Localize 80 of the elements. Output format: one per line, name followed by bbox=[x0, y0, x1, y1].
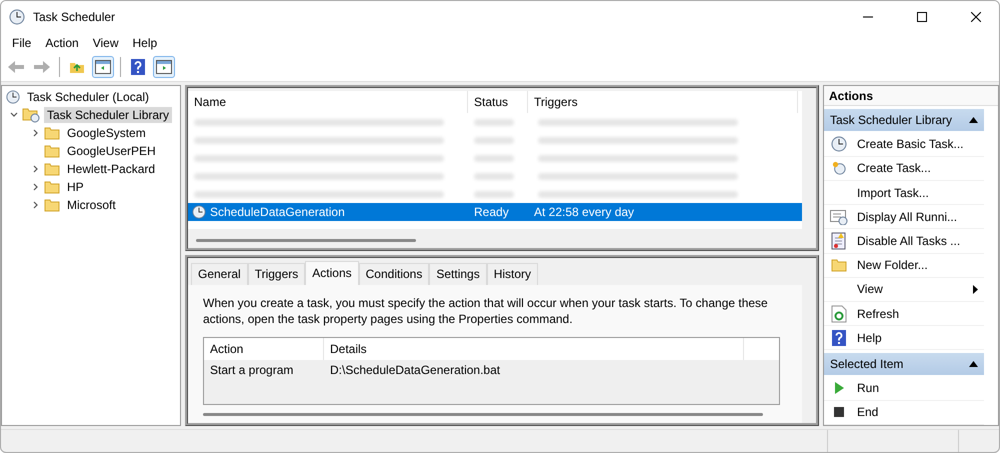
table-cell-text: Start a program bbox=[209, 363, 294, 377]
action-item[interactable]: Create Task... bbox=[824, 156, 984, 181]
collapse-arrow-icon bbox=[969, 360, 978, 367]
tab[interactable]: Actions bbox=[305, 261, 359, 285]
tab[interactable]: Settings bbox=[429, 263, 487, 285]
folder-up-icon bbox=[69, 60, 85, 74]
folder-clock-icon bbox=[22, 107, 40, 123]
section-header[interactable]: Task Scheduler Library bbox=[824, 109, 984, 131]
folder-icon bbox=[44, 144, 60, 158]
chevron-right-icon[interactable] bbox=[32, 201, 40, 209]
tree-item[interactable]: HP bbox=[64, 179, 87, 195]
clock-icon bbox=[9, 8, 25, 24]
action-item[interactable]: End bbox=[824, 400, 984, 425]
submenu-arrow-icon bbox=[973, 284, 978, 294]
play-icon bbox=[833, 381, 845, 396]
action-item[interactable]: New Folder... bbox=[824, 254, 984, 278]
table-cell-text: At 22:58 every day bbox=[533, 205, 636, 219]
refresh-icon bbox=[831, 304, 847, 322]
tab[interactable]: Conditions bbox=[358, 263, 430, 285]
action-item[interactable]: Display All Runni... bbox=[824, 205, 984, 230]
help-icon bbox=[832, 330, 846, 346]
table-cell-text: D:\ScheduleDataGeneration.bat bbox=[329, 363, 502, 377]
pane-icon bbox=[156, 60, 172, 74]
table-cell-text: Ready bbox=[473, 205, 510, 219]
column-header[interactable]: Details bbox=[324, 338, 744, 360]
stop-icon bbox=[834, 407, 844, 418]
collapse-arrow-icon bbox=[969, 116, 978, 123]
clock-icon bbox=[192, 205, 206, 219]
menu-item[interactable]: View bbox=[86, 36, 126, 50]
folder-icon bbox=[44, 180, 60, 194]
tree-item[interactable]: Task Scheduler (Local) bbox=[24, 89, 152, 105]
action-item[interactable]: Import Task... bbox=[824, 180, 984, 206]
tab[interactable]: Triggers bbox=[248, 263, 306, 285]
chevron-right-icon[interactable] bbox=[32, 165, 40, 173]
chevron-right-icon[interactable] bbox=[32, 129, 40, 137]
folder-icon bbox=[44, 162, 60, 176]
toolbar-button[interactable] bbox=[153, 56, 175, 78]
column-header[interactable]: Triggers bbox=[528, 91, 798, 113]
action-item[interactable]: Help bbox=[824, 326, 984, 350]
back-arrow-icon bbox=[7, 60, 25, 74]
action-item[interactable]: Refresh bbox=[824, 302, 984, 326]
task-list-icon bbox=[830, 208, 848, 225]
chevron-right-icon[interactable] bbox=[32, 183, 40, 191]
table-cell-text: ScheduleDataGeneration bbox=[209, 205, 346, 219]
folder-icon bbox=[44, 126, 60, 140]
chevron-down-icon[interactable] bbox=[10, 111, 18, 119]
tab[interactable]: General bbox=[191, 263, 248, 285]
tree-item[interactable]: Hewlett-Packard bbox=[64, 161, 158, 177]
tab[interactable]: History bbox=[486, 263, 538, 285]
clock-icon bbox=[6, 90, 20, 104]
column-header[interactable]: Action bbox=[204, 338, 324, 360]
tree-item[interactable]: Task Scheduler Library bbox=[44, 107, 172, 123]
folder-icon bbox=[831, 258, 847, 272]
tree-item[interactable]: GoogleUserPEH bbox=[64, 143, 159, 159]
menu-item[interactable]: Action bbox=[38, 36, 86, 50]
action-item[interactable]: Run bbox=[824, 376, 984, 401]
tree-item[interactable]: Microsoft bbox=[64, 197, 119, 213]
action-item[interactable]: Disable All Tasks ... bbox=[824, 229, 984, 254]
description-text: When you create a task, you must specify the action that will occur when your task starts. To change these actions, open the task property pages using the Properties command. bbox=[203, 295, 769, 327]
pane-title: Actions bbox=[824, 86, 998, 106]
folder-icon bbox=[44, 198, 60, 212]
tree-item[interactable]: GoogleSystem bbox=[64, 125, 149, 141]
section-header[interactable]: Selected Item bbox=[824, 353, 984, 375]
maximize-icon bbox=[917, 12, 927, 22]
clock-icon bbox=[831, 136, 847, 152]
pane-icon bbox=[95, 60, 111, 74]
action-item[interactable]: View bbox=[824, 278, 984, 302]
window-title: Task Scheduler bbox=[33, 10, 116, 24]
help-icon bbox=[131, 59, 145, 75]
action-item[interactable]: Create Basic Task... bbox=[824, 132, 984, 157]
disable-list-icon bbox=[831, 232, 847, 250]
menu-item[interactable]: Help bbox=[126, 36, 164, 50]
column-header[interactable]: Name bbox=[188, 91, 468, 113]
column-header[interactable]: Status bbox=[468, 91, 528, 113]
clock-icon bbox=[832, 161, 846, 176]
menu-item[interactable]: File bbox=[5, 36, 38, 50]
close-icon bbox=[971, 12, 981, 22]
toolbar-button[interactable] bbox=[92, 56, 114, 78]
task-row[interactable]: ScheduleDataGeneration Ready At 22:58 every day bbox=[188, 203, 802, 221]
forward-arrow-icon bbox=[33, 60, 51, 74]
